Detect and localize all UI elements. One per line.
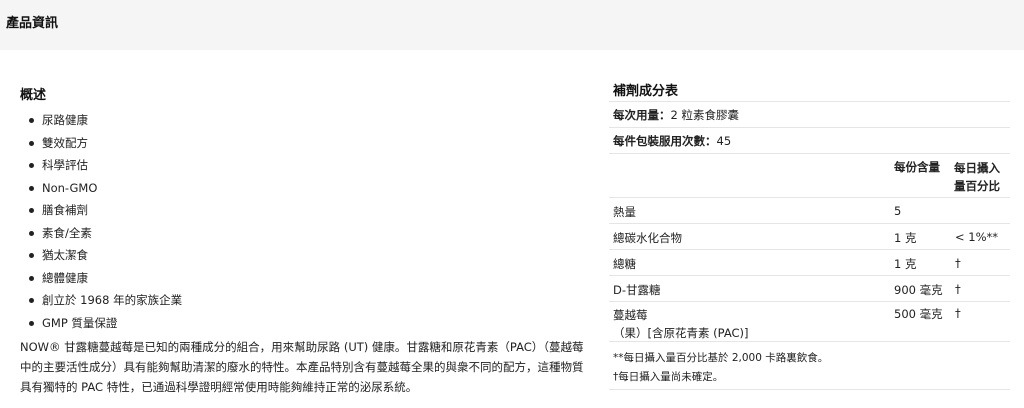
nutrient-row: 總糖 1 克 †: [609, 250, 1010, 276]
overview-section: 概述 尿路健康 雙效配方 科學評估 Non-GMO 膳食補劑 素食/全素 猶太潔…: [20, 84, 588, 397]
feature-item: 雙效配方: [20, 132, 588, 155]
serving-size-value: 2 粒素食膠囊: [670, 108, 739, 122]
nutrient-amount: 1 克: [894, 231, 917, 245]
page-title: 產品資訊: [6, 16, 59, 31]
feature-item: 膳食補劑: [20, 199, 588, 222]
feature-item: 尿路健康: [20, 109, 588, 132]
serving-size-label: 每次用量：: [613, 108, 671, 122]
nutrient-amount: 500 毫克: [894, 307, 943, 321]
nutrient-amount: 5: [894, 204, 902, 218]
product-info-header: 產品資訊: [0, 0, 1024, 50]
nutrient-row: D-甘露糖 900 毫克 †: [609, 276, 1010, 302]
supplement-facts-table: 補劑成分表 每次用量：2 粒素食膠囊 每件包裝服用次數：45 每份含量 每日攝入…: [609, 75, 1010, 390]
nutrient-daily-value: †: [955, 282, 961, 296]
column-header-row: 每份含量 每日攝入量百分比: [609, 154, 1010, 198]
servings-label: 每件包裝服用次數：: [613, 134, 717, 148]
feature-item: Non-GMO: [20, 177, 588, 200]
servings-value: 45: [716, 134, 732, 148]
nutrient-daily-value: < 1%**: [955, 230, 999, 244]
supplement-facts-title: 補劑成分表: [609, 75, 1010, 102]
nutrient-daily-value: †: [955, 306, 961, 320]
nutrient-row: 熱量 5: [609, 198, 1010, 224]
nutrient-amount: 1 克: [894, 257, 917, 271]
feature-list: 尿路健康 雙效配方 科學評估 Non-GMO 膳食補劑 素食/全素 猶太潔食 總…: [20, 109, 588, 334]
nutrient-row: 蔓越莓 （果）[含原花青素 (PAC)] 500 毫克 †: [609, 302, 1010, 342]
amount-per-serving-header: 每份含量: [894, 160, 940, 174]
nutrient-name: 總碳水化合物: [613, 231, 682, 245]
product-description: NOW® 甘露糖蔓越莓是已知的兩種成分的組合，用來幫助尿路 (UT) 健康。甘露…: [20, 340, 584, 394]
feature-item: 創立於 1968 年的家族企業: [20, 289, 588, 312]
nutrient-name: 熱量: [613, 205, 636, 219]
nutrient-name: D-甘露糖: [613, 283, 661, 297]
feature-item: 猶太潔食: [20, 244, 588, 267]
nutrient-daily-value: †: [955, 256, 961, 270]
nutrient-amount: 900 毫克: [894, 283, 943, 297]
feature-item: 素食/全素: [20, 222, 588, 245]
servings-per-container-row: 每件包裝服用次數：45: [609, 128, 1010, 154]
facts-footnotes: **每日攝入量百分比基於 2,000 卡路裏飲食。 †每日攝入量尚未確定。: [609, 342, 1010, 390]
feature-item: GMP 質量保證: [20, 312, 588, 335]
footnote-not-established: †每日攝入量尚未確定。: [613, 371, 724, 383]
daily-value-header: 每日攝入量百分比: [954, 161, 1000, 193]
overview-title: 概述: [20, 88, 47, 103]
nutrient-name: 總糖: [613, 257, 636, 271]
feature-item: 總體健康: [20, 267, 588, 290]
serving-size-row: 每次用量：2 粒素食膠囊: [609, 102, 1010, 128]
footnote-daily-value: **每日攝入量百分比基於 2,000 卡路裏飲食。: [613, 352, 829, 364]
nutrient-row: 總碳水化合物 1 克 < 1%**: [609, 224, 1010, 250]
feature-item: 科學評估: [20, 154, 588, 177]
nutrient-name: 蔓越莓 （果）[含原花青素 (PAC)]: [613, 308, 749, 340]
